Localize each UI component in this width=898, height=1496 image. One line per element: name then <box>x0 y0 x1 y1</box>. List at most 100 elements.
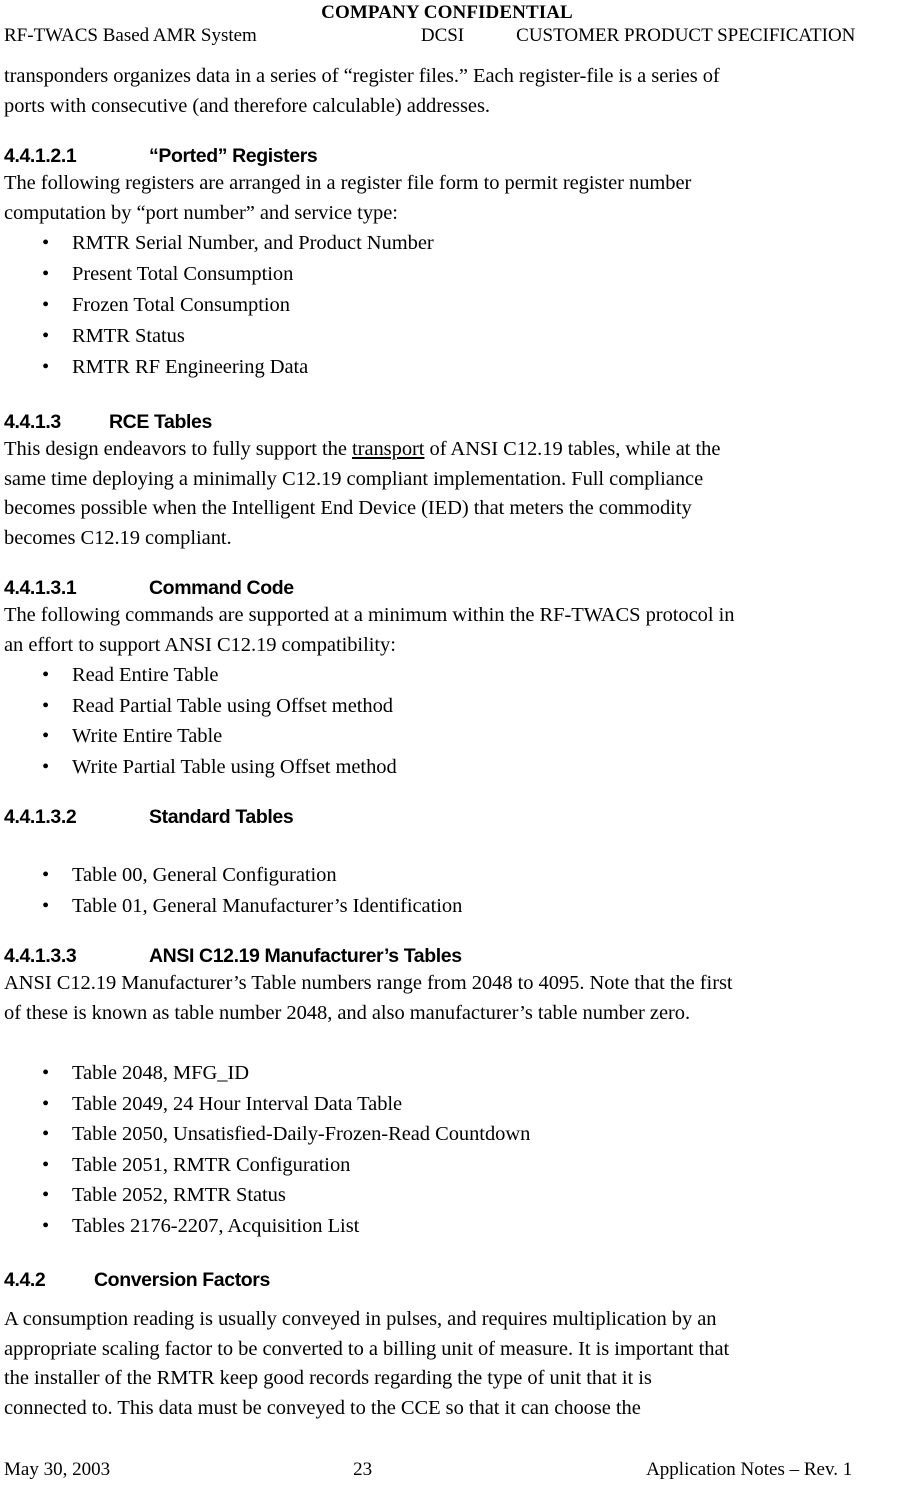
list-item-label: Read Partial Table using Offset method <box>72 694 393 717</box>
paragraph-line: transponders organizes data in a series … <box>4 65 720 87</box>
list-item-label: Frozen Total Consumption <box>72 294 290 316</box>
heading-standard-tables: 4.4.1.3.2 Standard Tables <box>4 804 890 830</box>
list-item-label: Table 2049, 24 Hour Interval Data Table <box>72 1092 403 1115</box>
list-item: • Table 2050, Unsatisfied-Daily-Frozen-R… <box>4 1119 890 1150</box>
list-item: • Tables 2176-2207, Acquisition List <box>4 1211 890 1242</box>
page-header: COMPANY CONFIDENTIAL RF-TWACS Based AMR … <box>4 0 890 48</box>
paragraph-line: A consumption reading is usually conveye… <box>4 1308 717 1330</box>
bullet-icon: • <box>42 232 50 254</box>
paragraph-line: The following registers are arranged in … <box>4 172 692 194</box>
bullet-icon: • <box>42 694 50 717</box>
bullet-icon: • <box>42 1153 50 1176</box>
bullet-icon: • <box>42 294 50 316</box>
heading-title: Standard Tables <box>149 806 294 828</box>
bullet-icon: • <box>42 325 50 347</box>
heading-rce-tables: 4.4.1.3 RCE Tables <box>4 409 890 435</box>
list-item-label: RMTR Serial Number, and Product Number <box>72 232 434 254</box>
paragraph-text: of ANSI C12.19 tables, while at the <box>424 438 721 460</box>
paragraph-line: connected to. This data must be conveyed… <box>4 1396 641 1419</box>
paragraph-line: the installer of the RMTR keep good reco… <box>4 1367 652 1389</box>
paragraph-line: ANSI C12.19 Manufacturer’s Table numbers… <box>4 972 733 994</box>
underlined-term: transport <box>352 438 425 460</box>
header-company-code: DCSI <box>420 25 465 46</box>
footer-date: May 30, 2003 <box>4 1459 111 1480</box>
list-item-label: Table 2052, RMTR Status <box>72 1184 286 1206</box>
heading-manufacturer-tables: 4.4.1.3.3 ANSI C12.19 Manufacturer’s Tab… <box>4 943 890 969</box>
ported-registers-list: • RMTR Serial Number, and Product Number… <box>4 228 890 383</box>
bullet-icon: • <box>42 1123 50 1145</box>
heading-title: ANSI C12.19 Manufacturer’s Tables <box>149 945 462 967</box>
confidential-banner: COMPANY CONFIDENTIAL <box>321 2 573 23</box>
list-item: • Table 00, General Configuration <box>4 860 890 891</box>
list-item-label: Table 01, General Manufacturer’s Identif… <box>72 894 463 917</box>
heading-command-code: 4.4.1.3.1 Command Code <box>4 575 890 601</box>
list-item-label: Table 2051, RMTR Configuration <box>72 1153 351 1176</box>
bullet-icon: • <box>42 1214 50 1237</box>
bullet-icon: • <box>42 725 50 747</box>
footer-document-reference: Application Notes – Rev. 1 <box>646 1459 853 1480</box>
heading-number: 4.4.2 <box>4 1269 46 1291</box>
paragraph-line: an effort to support ANSI C12.19 compati… <box>4 633 396 656</box>
bullet-icon: • <box>42 894 50 917</box>
rce-tables-paragraph: This design endeavors to fully support t… <box>4 435 890 553</box>
list-item: • Table 01, General Manufacturer’s Ident… <box>4 891 890 922</box>
header-document-type: CUSTOMER PRODUCT SPECIFICATION <box>516 25 856 46</box>
document-page: COMPANY CONFIDENTIAL RF-TWACS Based AMR … <box>0 0 898 1496</box>
command-code-list: • Read Entire Table • Read Partial Table… <box>4 660 890 782</box>
list-item: • Frozen Total Consumption <box>4 290 890 321</box>
paragraph-line: becomes possible when the Intelligent En… <box>4 497 692 519</box>
bullet-icon: • <box>42 664 50 686</box>
list-item: • Table 2051, RMTR Configuration <box>4 1150 890 1181</box>
list-item: • Table 2049, 24 Hour Interval Data Tabl… <box>4 1089 890 1120</box>
ported-registers-paragraph: The following registers are arranged in … <box>4 169 890 228</box>
heading-number: 4.4.1.3.1 <box>4 577 77 599</box>
command-code-paragraph: The following commands are supported at … <box>4 601 890 660</box>
paragraph-line: appropriate scaling factor to be convert… <box>4 1337 730 1360</box>
page-footer: May 30, 2003 23 Application Notes – Rev.… <box>4 1458 898 1482</box>
list-item: • Table 2052, RMTR Status <box>4 1180 890 1211</box>
list-item: • RMTR RF Engineering Data <box>4 352 890 383</box>
heading-number: 4.4.1.2.1 <box>4 145 77 167</box>
list-item: • Present Total Consumption <box>4 259 890 290</box>
paragraph-line: ports with consecutive (and therefore ca… <box>4 94 490 117</box>
bullet-icon: • <box>42 1062 50 1084</box>
list-item-label: Tables 2176-2207, Acquisition List <box>72 1214 360 1237</box>
footer-page-number: 23 <box>353 1459 373 1480</box>
heading-number: 4.4.1.3.2 <box>4 806 77 828</box>
list-item: • Read Entire Table <box>4 660 890 691</box>
list-item-label: Table 00, General Configuration <box>72 864 337 886</box>
paragraph-line: computation by “port number” and service… <box>4 201 398 224</box>
list-item-label: RMTR Status <box>72 325 185 347</box>
bullet-icon: • <box>42 1184 50 1206</box>
bullet-icon: • <box>42 1092 50 1115</box>
conversion-factors-paragraph: A consumption reading is usually conveye… <box>4 1305 890 1423</box>
heading-ported-registers: 4.4.1.2.1 “Ported” Registers <box>4 143 890 169</box>
list-item-label: Read Entire Table <box>72 664 219 686</box>
list-item-label: Present Total Consumption <box>72 263 294 285</box>
list-item: • Read Partial Table using Offset method <box>4 691 890 722</box>
heading-title: “Ported” Registers <box>149 145 318 167</box>
list-item-label: Table 2048, MFG_ID <box>72 1062 250 1084</box>
paragraph-line: This design endeavors to fully support t… <box>4 435 890 465</box>
heading-number: 4.4.1.3.3 <box>4 945 77 967</box>
list-item: • Table 2048, MFG_ID <box>4 1058 890 1089</box>
list-item-label: RMTR RF Engineering Data <box>72 356 309 378</box>
header-title-row: RF-TWACS Based AMR System DCSI CUSTOMER … <box>4 24 890 48</box>
bullet-icon: • <box>42 356 50 378</box>
paragraph-line: becomes C12.19 compliant. <box>4 526 232 549</box>
paragraph-line: same time deploying a minimally C12.19 c… <box>4 467 704 490</box>
header-system-name: RF-TWACS Based AMR System <box>4 25 257 46</box>
list-item: • Write Entire Table <box>4 721 890 752</box>
heading-title: Conversion Factors <box>94 1269 270 1291</box>
heading-title: Command Code <box>149 577 294 599</box>
standard-tables-list: • Table 00, General Configuration • Tabl… <box>4 860 890 921</box>
bullet-icon: • <box>42 755 50 778</box>
